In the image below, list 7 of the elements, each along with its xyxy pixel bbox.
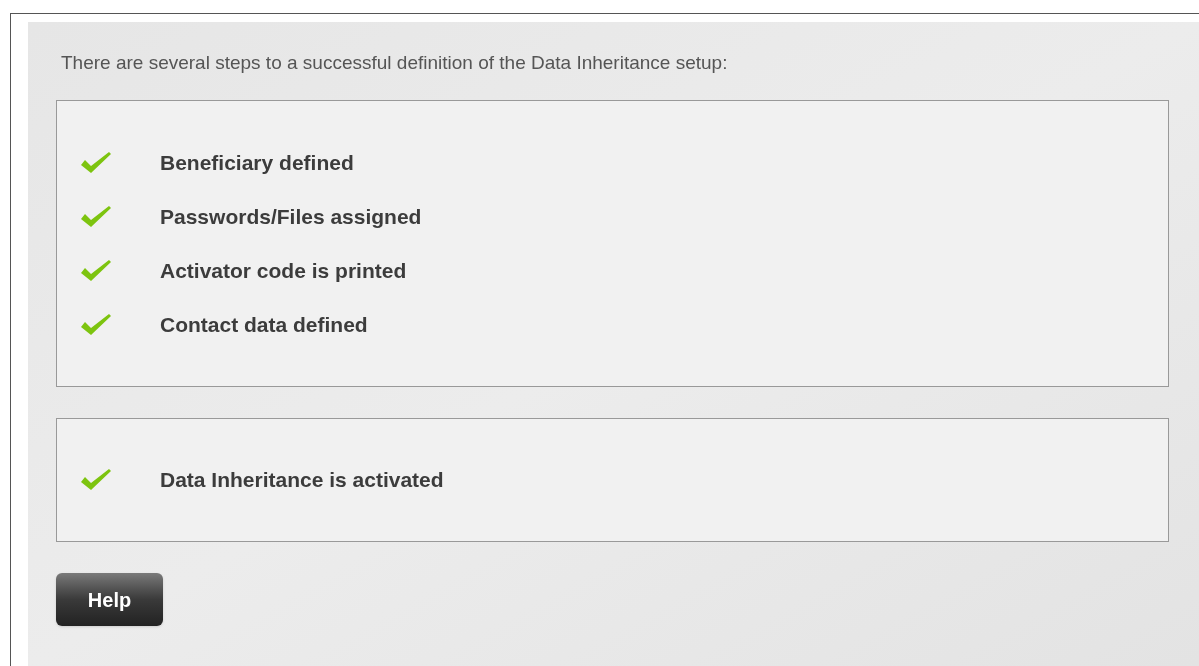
- help-button[interactable]: Help: [56, 573, 163, 626]
- step-label: Passwords/Files assigned: [160, 203, 422, 230]
- step-label: Beneficiary defined: [160, 149, 354, 176]
- step-label: Activator code is printed: [160, 257, 407, 284]
- step-label: Data Inheritance is activated: [160, 467, 444, 493]
- step-label: Contact data defined: [160, 311, 368, 338]
- intro-text: There are several steps to a successful definition of the Data Inheritance setup:: [61, 51, 729, 75]
